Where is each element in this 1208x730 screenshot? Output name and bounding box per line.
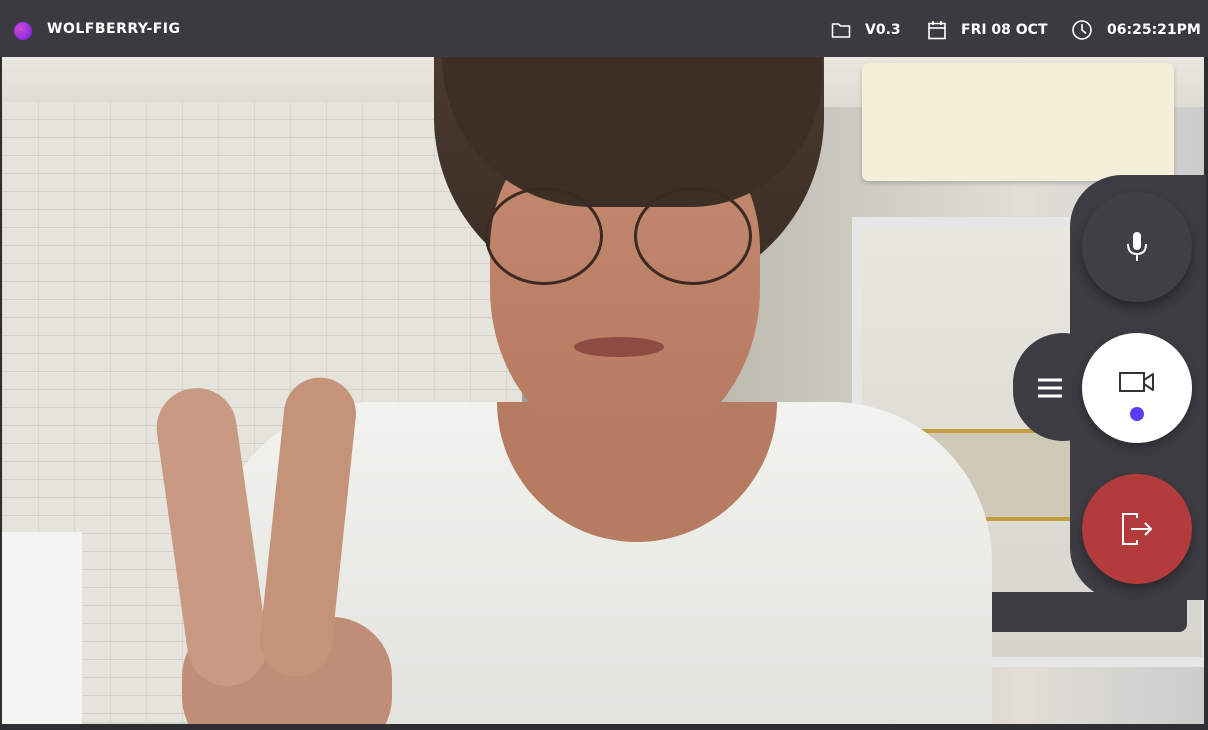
version-text: V0.3 bbox=[865, 22, 901, 38]
shelf bbox=[2, 532, 82, 724]
menu-button[interactable] bbox=[1027, 365, 1073, 411]
video-camera-icon bbox=[1119, 372, 1154, 392]
folder-icon bbox=[831, 23, 851, 38]
calendar-icon bbox=[928, 21, 946, 40]
date-indicator: FRI 08 OCT bbox=[927, 18, 1048, 42]
menu-icon bbox=[1038, 378, 1062, 398]
top-bar: WOLFBERRY-FIG V0.3 FRI 08 OCT 06:25:21PM bbox=[0, 0, 1208, 57]
time-indicator: 06:25:21PM bbox=[1071, 18, 1201, 42]
air-conditioner bbox=[862, 63, 1174, 181]
camera-button[interactable] bbox=[1082, 333, 1192, 443]
exit-icon bbox=[1122, 513, 1152, 545]
camera-active-indicator bbox=[1130, 407, 1144, 421]
glasses-right-lens bbox=[634, 187, 752, 285]
person-mouth bbox=[574, 337, 664, 357]
app-title: WOLFBERRY-FIG bbox=[47, 21, 181, 37]
microphone-icon bbox=[1127, 232, 1147, 261]
time-text: 06:25:21PM bbox=[1107, 22, 1201, 38]
glasses-left-lens bbox=[485, 187, 603, 285]
microphone-button[interactable] bbox=[1082, 192, 1192, 302]
date-text: FRI 08 OCT bbox=[961, 22, 1048, 38]
video-call-app: WOLFBERRY-FIG V0.3 FRI 08 OCT 06:25:21PM bbox=[0, 0, 1208, 730]
clock-icon bbox=[1072, 20, 1092, 40]
brand-logo-dot bbox=[14, 22, 32, 40]
version-indicator: V0.3 bbox=[831, 18, 901, 42]
leave-call-button[interactable] bbox=[1082, 474, 1192, 584]
